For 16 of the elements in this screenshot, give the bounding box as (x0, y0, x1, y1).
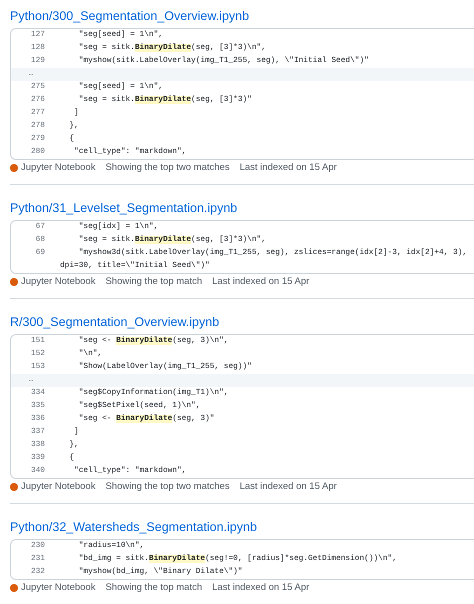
file-path-link[interactable]: Python/31_Levelset_Segmentation.ipynb (10, 201, 238, 216)
match-count-text: Showing the top match (105, 276, 202, 288)
last-indexed-text: Last indexed on 15 Apr (240, 481, 337, 493)
language-label: Jupyter Notebook (21, 276, 96, 288)
last-indexed-text: Last indexed on 15 Apr (212, 276, 310, 288)
match-count-text: Showing the top match (105, 582, 202, 594)
language-label: Jupyter Notebook (21, 481, 96, 493)
file-path-link[interactable]: R/300_Segmentation_Overview.ipynb (10, 315, 220, 330)
match-count-text: Showing the top two matches (105, 481, 230, 493)
language-label: Jupyter Notebook (21, 582, 96, 594)
last-indexed-text: Last indexed on 15 Apr (240, 162, 337, 174)
match-count-text: Showing the top two matches (105, 162, 230, 174)
file-path-link[interactable]: Python/32_Watersheds_Segmentation.ipynb (10, 520, 257, 535)
language-label: Jupyter Notebook (21, 162, 96, 174)
last-indexed-text: Last indexed on 15 Apr (212, 582, 310, 594)
file-path-link[interactable]: Python/300_Segmentation_Overview.ipynb (10, 9, 250, 24)
